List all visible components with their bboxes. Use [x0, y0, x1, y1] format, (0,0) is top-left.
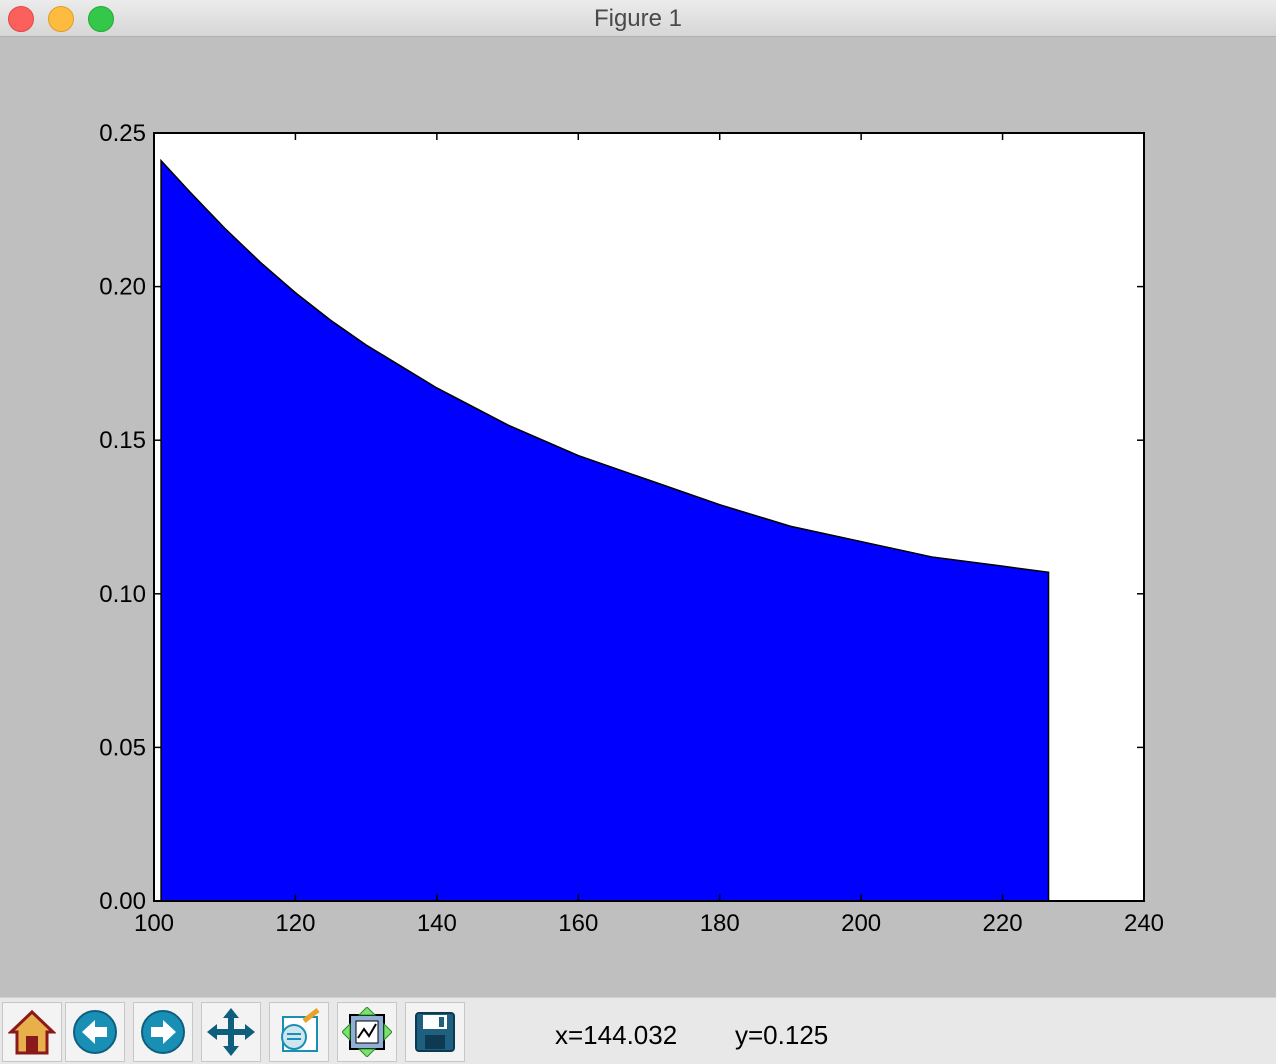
x-coordinate-readout: x=144.032 — [555, 1020, 678, 1050]
x-tick-label: 200 — [841, 910, 881, 937]
y-tick-label: 0.05 — [99, 734, 146, 761]
save-icon — [415, 1012, 455, 1052]
zoom-rect-icon — [281, 1008, 320, 1052]
zoom-button[interactable] — [269, 1002, 329, 1062]
y-tick-label: 0.00 — [99, 888, 146, 915]
forward-button[interactable] — [133, 1002, 193, 1062]
back-button[interactable] — [65, 1002, 125, 1062]
x-tick-label: 240 — [1124, 910, 1164, 937]
home-button[interactable] — [2, 1002, 62, 1062]
x-tick-label: 120 — [275, 910, 315, 937]
subplots-icon — [342, 1007, 392, 1057]
x-tick-label: 180 — [700, 910, 740, 937]
y-tick-label: 0.15 — [99, 427, 146, 454]
y-tick-label: 0.20 — [99, 274, 146, 301]
y-tick-label: 0.25 — [99, 120, 146, 147]
subplots-button[interactable] — [337, 1002, 397, 1062]
y-coordinate-readout: y=0.125 — [735, 1020, 829, 1050]
x-tick-label: 140 — [417, 910, 457, 937]
title-bar: Figure 1 — [0, 0, 1276, 37]
pan-button[interactable] — [201, 1002, 261, 1062]
back-arrow-icon — [73, 1010, 117, 1054]
save-button[interactable] — [405, 1002, 465, 1062]
y-tick-label: 0.10 — [99, 581, 146, 608]
home-icon — [8, 1009, 56, 1055]
pan-icon — [207, 1008, 255, 1056]
figure-canvas[interactable]: 100 120 140 160 180 200 220 240 0.00 0.05 0.10 0.15… — [0, 37, 1276, 996]
forward-arrow-icon — [141, 1010, 185, 1054]
x-tick-label: 220 — [983, 910, 1023, 937]
chart-svg: 100 120 140 160 180 200 220 2400.000.050.100.15… — [99, 120, 1164, 937]
window-title: Figure 1 — [593, 5, 683, 32]
x-tick-label: 160 — [558, 910, 598, 937]
